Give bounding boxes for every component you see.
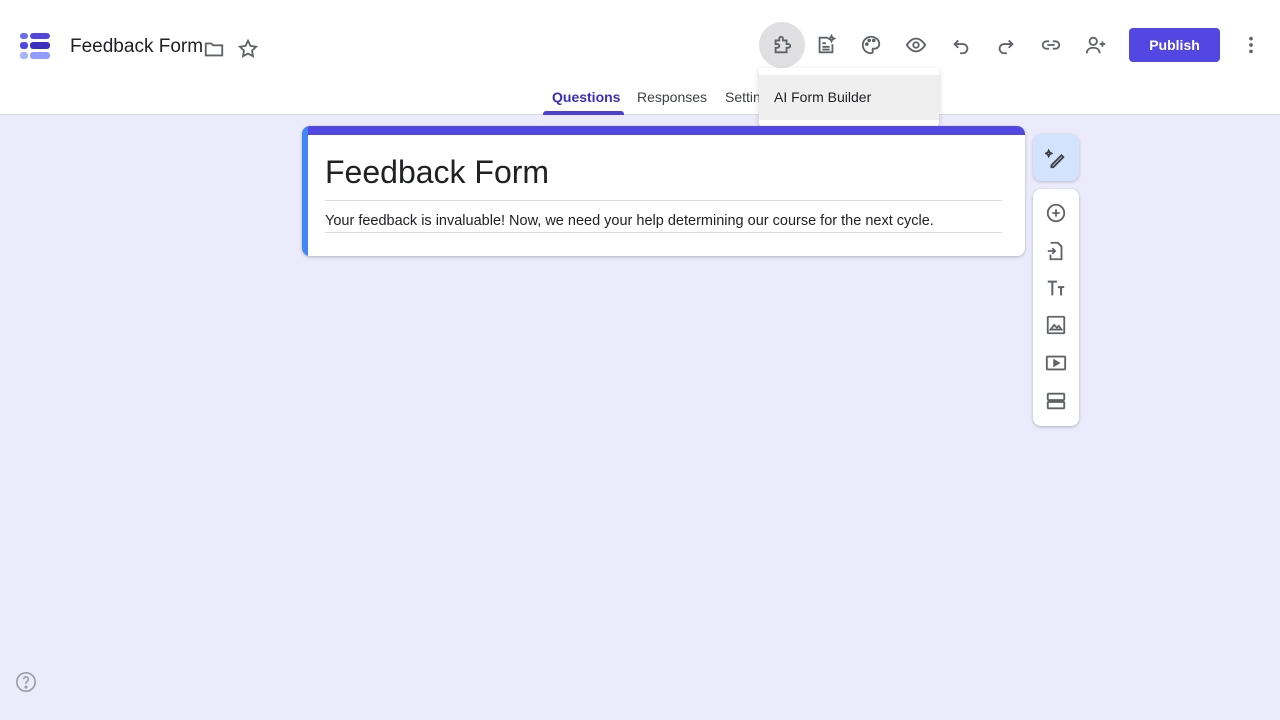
customize-theme-button[interactable]	[848, 22, 894, 68]
form-header-card: Feedback Form Your feedback is invaluabl…	[302, 126, 1025, 256]
add-title-description-button[interactable]	[1041, 273, 1071, 303]
preview-icon	[905, 37, 927, 53]
add-circle-icon	[1046, 203, 1066, 223]
star-icon[interactable]	[233, 34, 263, 64]
add-question-button[interactable]	[1041, 198, 1071, 228]
preview-button[interactable]	[893, 22, 939, 68]
top-header: Feedback Form Publish Questions Response…	[0, 0, 1280, 115]
card-focus-indicator	[302, 126, 308, 256]
import-questions-button[interactable]	[1041, 236, 1071, 266]
more-options-button[interactable]	[1236, 30, 1266, 60]
palette-icon	[861, 35, 881, 55]
publish-button[interactable]: Publish	[1129, 28, 1220, 62]
link-icon	[1041, 40, 1061, 50]
redo-icon	[998, 39, 1014, 55]
active-tab-indicator	[543, 111, 624, 115]
add-collaborator-icon	[1085, 36, 1106, 54]
copy-link-button[interactable]	[1028, 22, 1074, 68]
add-image-button[interactable]	[1041, 310, 1071, 340]
section-icon	[1046, 392, 1066, 410]
folder-icon[interactable]	[199, 34, 229, 64]
help-icon[interactable]	[15, 671, 37, 693]
more-vert-icon	[1249, 36, 1253, 54]
divider	[325, 200, 1002, 201]
magic-pencil-icon	[1045, 148, 1065, 168]
video-icon	[1045, 355, 1067, 371]
ai-form-icon	[818, 34, 837, 54]
menu-item-ai-form-builder[interactable]: AI Form Builder	[759, 75, 939, 120]
card-accent-bar	[302, 126, 1025, 135]
add-collaborator-button[interactable]	[1073, 22, 1119, 68]
addons-button[interactable]	[759, 22, 805, 68]
undo-icon	[953, 39, 969, 55]
text-icon	[1047, 280, 1065, 296]
document-title[interactable]: Feedback Form	[70, 36, 203, 58]
floating-toolbar	[1033, 189, 1079, 426]
import-icon	[1047, 241, 1063, 261]
image-icon	[1046, 315, 1066, 335]
redo-button[interactable]	[983, 22, 1029, 68]
addons-icon	[774, 35, 792, 54]
form-title-input[interactable]: Feedback Form	[325, 154, 549, 191]
tab-questions[interactable]: Questions	[552, 89, 620, 105]
add-video-button[interactable]	[1041, 348, 1071, 378]
divider	[325, 232, 1002, 233]
undo-button[interactable]	[938, 22, 984, 68]
addons-dropdown: AI Form Builder	[759, 68, 939, 128]
ai-edit-button[interactable]	[1033, 134, 1079, 181]
form-description-input[interactable]: Your feedback is invaluable! Now, we nee…	[325, 213, 934, 229]
add-section-button[interactable]	[1041, 386, 1071, 416]
tab-responses[interactable]: Responses	[637, 89, 707, 105]
app-logo-icon[interactable]	[18, 30, 52, 62]
ai-form-button[interactable]	[803, 22, 849, 68]
